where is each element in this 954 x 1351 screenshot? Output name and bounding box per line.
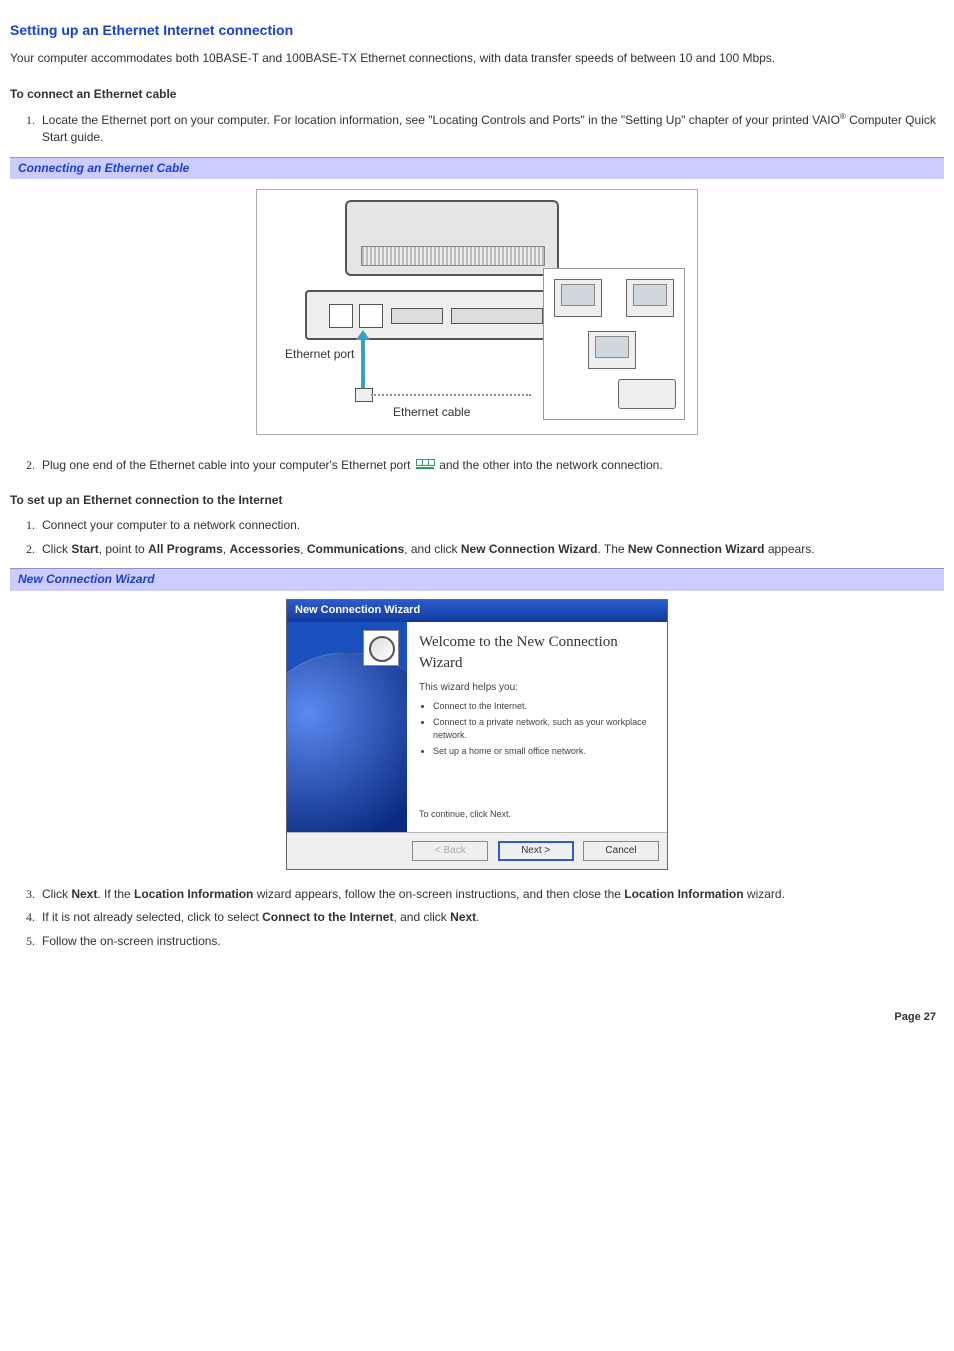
caption-new-connection-wizard: New Connection Wizard xyxy=(10,568,944,590)
ethernet-port-icon xyxy=(359,304,383,328)
laptop-illustration xyxy=(345,200,559,276)
wizard-header-icon xyxy=(363,630,399,666)
ethernet-diagram-container: Ethernet port Ethernet cable xyxy=(10,189,944,440)
wizard-heading: Welcome to the New Connection Wizard xyxy=(419,632,655,676)
kw-next: Next xyxy=(71,887,97,901)
setup-connection-heading: To set up an Ethernet connection to the … xyxy=(10,492,944,509)
wizard-helps-text: This wizard helps you: xyxy=(419,681,655,696)
ethernet-icon xyxy=(416,459,434,471)
kw-next-2: Next xyxy=(450,910,476,924)
wizard-continue-text: To continue, click Next. xyxy=(419,808,511,821)
connect-cable-steps: Locate the Ethernet port on your compute… xyxy=(38,111,944,147)
cable-line-icon xyxy=(371,394,531,396)
step2-text-b: and the other into the network connectio… xyxy=(439,458,662,472)
kw-all-programs: All Programs xyxy=(148,542,223,556)
step-plug-cable: Plug one end of the Ethernet cable into … xyxy=(38,457,944,474)
connect-cable-steps-2: Plug one end of the Ethernet cable into … xyxy=(38,457,944,474)
setup-steps: Connect your computer to a network conne… xyxy=(38,517,944,558)
kw-accessories: Accessories xyxy=(229,542,300,556)
computer-icon xyxy=(588,331,636,369)
page-title: Setting up an Ethernet Internet connecti… xyxy=(10,20,944,40)
wizard-screenshot-container: New Connection Wizard Welcome to the New… xyxy=(10,599,944,870)
globe-icon xyxy=(287,652,407,832)
kw-communications: Communications xyxy=(307,542,404,556)
step-connect-internet: If it is not already selected, click to … xyxy=(38,909,944,926)
intro-text: Your computer accommodates both 10BASE-T… xyxy=(10,50,944,67)
wizard-sidebar xyxy=(287,622,407,832)
kw-connect-to-internet: Connect to the Internet xyxy=(262,910,393,924)
cancel-button[interactable]: Cancel xyxy=(583,841,659,862)
kw-location-info: Location Information xyxy=(134,887,253,901)
next-button[interactable]: Next > xyxy=(498,841,574,862)
page-number: Page 27 xyxy=(10,1010,944,1026)
kw-new-connection-wizard: New Connection Wizard xyxy=(461,542,598,556)
step-connect-network: Connect your computer to a network conne… xyxy=(38,517,944,534)
printer-icon xyxy=(618,379,676,409)
connector-slot-icon xyxy=(451,308,543,324)
wizard-titlebar: New Connection Wizard xyxy=(287,600,667,622)
step-locate-port: Locate the Ethernet port on your compute… xyxy=(38,111,944,147)
wizard-footer: < Back Next > Cancel xyxy=(287,832,667,870)
wizard-bullet-1: Connect to the Internet. xyxy=(433,700,655,713)
step-follow-instructions: Follow the on-screen instructions. xyxy=(38,933,944,950)
back-button[interactable]: < Back xyxy=(412,841,488,862)
caption-connecting-cable: Connecting an Ethernet Cable xyxy=(10,157,944,179)
arrow-up-icon xyxy=(361,338,365,388)
wizard-content: Welcome to the New Connection Wizard Thi… xyxy=(407,622,667,832)
connect-cable-heading: To connect an Ethernet cable xyxy=(10,86,944,103)
wizard-bullet-2: Connect to a private network, such as yo… xyxy=(433,716,655,742)
ethernet-diagram: Ethernet port Ethernet cable xyxy=(256,189,698,435)
step-click-next: Click Next. If the Location Information … xyxy=(38,886,944,903)
wizard-window: New Connection Wizard Welcome to the New… xyxy=(286,599,668,870)
network-frame xyxy=(543,268,685,420)
computer-icon xyxy=(554,279,602,317)
setup-steps-cont: Click Next. If the Location Information … xyxy=(38,886,944,950)
step2-text-a: Plug one end of the Ethernet cable into … xyxy=(42,458,414,472)
computer-icon xyxy=(626,279,674,317)
wizard-bullet-3: Set up a home or small office network. xyxy=(433,745,655,758)
kw-start: Start xyxy=(71,542,98,556)
port-icon xyxy=(329,304,353,328)
step1-text-a: Locate the Ethernet port on your compute… xyxy=(42,113,840,127)
step-open-wizard: Click Start, point to All Programs, Acce… xyxy=(38,541,944,558)
kw-new-connection-wizard-2: New Connection Wizard xyxy=(628,542,765,556)
wizard-bullets: Connect to the Internet. Connect to a pr… xyxy=(433,700,655,758)
ethernet-port-label: Ethernet port xyxy=(285,346,354,363)
connector-slot-icon xyxy=(391,308,443,324)
kw-location-info-2: Location Information xyxy=(624,887,743,901)
ethernet-cable-label: Ethernet cable xyxy=(393,404,470,421)
